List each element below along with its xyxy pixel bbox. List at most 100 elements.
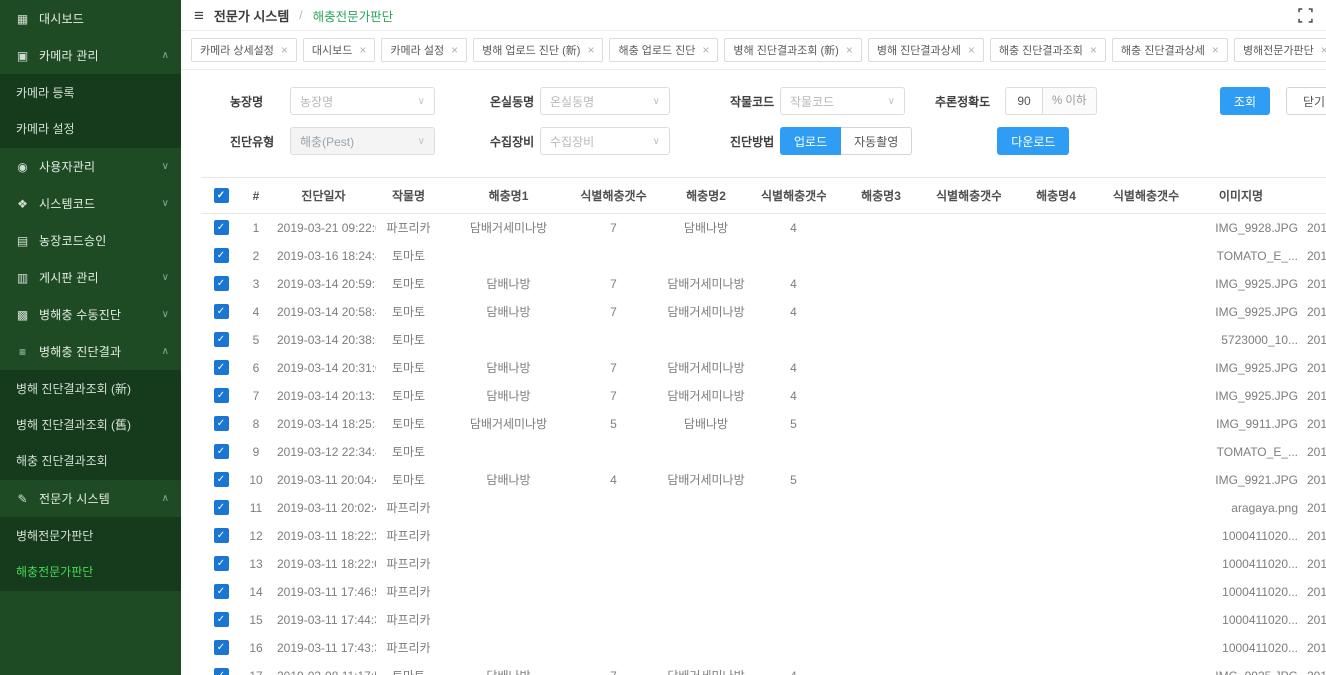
table-row[interactable]: ✓142019-03-11 17:46:58파프리카1000411020...2… [201, 578, 1326, 606]
table-row[interactable]: ✓42019-03-14 20:58:46토마토담배나방7담배거세미나방4IMG… [201, 298, 1326, 326]
sidebar-item-manual-diagnosis[interactable]: ▩병해충 수동진단∨ [0, 296, 181, 333]
cell-count1 [576, 438, 651, 466]
sidebar-subitem[interactable]: 병해 진단결과조회 (新) [0, 371, 181, 407]
cell-date: 2019-03-11 17:46:58 [271, 578, 376, 606]
sidebar-item-system-code[interactable]: ❖시스템코드∨ [0, 185, 181, 222]
crop-code-select-placeholder: 작물코드 [790, 93, 834, 110]
row-checkbox[interactable]: ✓ [214, 640, 229, 655]
cell-pest2 [651, 550, 761, 578]
table-row[interactable]: ✓102019-03-11 20:04:40토마토담배나방4담배거세미나방5IM… [201, 466, 1326, 494]
table-row[interactable]: ✓92019-03-12 22:34:44토마토TOMATO_E_...2019 [201, 438, 1326, 466]
device-select[interactable]: 수집장비 ∨ [540, 127, 670, 155]
table-row[interactable]: ✓52019-03-14 20:38:56토마토5723000_10...201… [201, 326, 1326, 354]
chevron-up-icon: ∧ [162, 493, 169, 504]
close-icon[interactable]: × [281, 43, 288, 57]
close-icon[interactable]: × [968, 43, 975, 57]
sidebar-subitem[interactable]: 카메라 등록 [0, 75, 181, 111]
row-checkbox[interactable]: ✓ [214, 220, 229, 235]
cell-reg: 2019 [1301, 298, 1326, 326]
farm-select[interactable]: 농장명 ∨ [290, 87, 435, 115]
sidebar-item-camera-management[interactable]: ▣카메라 관리∧ [0, 37, 181, 74]
close-icon[interactable]: × [451, 43, 458, 57]
sidebar-subitem[interactable]: 병해전문가판단 [0, 518, 181, 554]
column-header: 해충명3 [826, 178, 936, 214]
table-row[interactable]: ✓32019-03-14 20:59:38토마토담배나방7담배거세미나방4IMG… [201, 270, 1326, 298]
row-checkbox[interactable]: ✓ [214, 528, 229, 543]
close-icon[interactable]: × [1090, 43, 1097, 57]
close-icon[interactable]: × [702, 43, 709, 57]
tab-item[interactable]: 카메라 상세설정× [191, 38, 297, 62]
cell-count1: 7 [576, 354, 651, 382]
sidebar-subitem[interactable]: 카메라 설정 [0, 111, 181, 147]
row-checkbox[interactable]: ✓ [214, 612, 229, 627]
users-icon: ◉ [14, 160, 31, 174]
cell-count3 [936, 494, 1001, 522]
accuracy-input[interactable] [1005, 87, 1043, 115]
table-row[interactable]: ✓22019-03-16 18:24:43토마토TOMATO_E_...2019 [201, 242, 1326, 270]
tab-item[interactable]: 병해 진단결과상세× [868, 38, 984, 62]
tab-item[interactable]: 병해 업로드 진단 (新)× [473, 38, 603, 62]
close-icon[interactable]: × [587, 43, 594, 57]
tab-item[interactable]: 해충 진단결과조회× [990, 38, 1106, 62]
table-row[interactable]: ✓172019-03-08 11:17:59토마토담배나방7담배거세미나방4IM… [201, 662, 1326, 675]
fullscreen-icon[interactable] [1298, 8, 1313, 23]
tab-item[interactable]: 병해전문가판단× [1234, 38, 1326, 62]
table-row[interactable]: ✓12019-03-21 09:22:00파프리카담배거세미나방7담배나방4IM… [201, 214, 1326, 242]
sidebar-subitem[interactable]: 병해 진단결과조회 (舊) [0, 407, 181, 443]
greenhouse-select[interactable]: 온실동명 ∨ [540, 87, 670, 115]
close-icon[interactable]: × [359, 43, 366, 57]
row-checkbox[interactable]: ✓ [214, 416, 229, 431]
hamburger-menu-icon[interactable]: ≡ [194, 7, 204, 24]
table-row[interactable]: ✓82019-03-14 18:25:32토마토담배거세미나방5담배나방5IMG… [201, 410, 1326, 438]
row-checkbox[interactable]: ✓ [214, 444, 229, 459]
method-upload-button[interactable]: 업로드 [780, 127, 841, 155]
row-checkbox[interactable]: ✓ [214, 472, 229, 487]
select-all-checkbox[interactable]: ✓ [214, 188, 229, 203]
cell-count2: 5 [761, 466, 826, 494]
download-button[interactable]: 다운로드 [997, 127, 1069, 155]
tab-item[interactable]: 병해 진단결과조회 (新)× [724, 38, 861, 62]
row-checkbox[interactable]: ✓ [214, 360, 229, 375]
sidebar-item-farm-code-approval[interactable]: ▤농장코드승인 [0, 222, 181, 259]
cell-pest3 [826, 494, 936, 522]
chevron-down-icon: ∨ [653, 96, 660, 107]
sidebar-item-diagnosis-results[interactable]: ≡병해충 진단결과∧ [0, 333, 181, 370]
row-checkbox[interactable]: ✓ [214, 556, 229, 571]
sidebar-item-label: 농장코드승인 [39, 232, 169, 249]
close-icon[interactable]: × [1212, 43, 1219, 57]
close-icon[interactable]: × [846, 43, 853, 57]
row-checkbox[interactable]: ✓ [214, 388, 229, 403]
table-row[interactable]: ✓162019-03-11 17:43:34파프리카1000411020...2… [201, 634, 1326, 662]
sidebar-item-dashboard[interactable]: ▦대시보드 [0, 0, 181, 37]
cell-image: IMG_9911.JPG [1181, 410, 1301, 438]
close-button[interactable]: 닫기 [1286, 87, 1326, 115]
row-checkbox[interactable]: ✓ [214, 332, 229, 347]
close-icon[interactable]: × [1321, 43, 1326, 57]
table-row[interactable]: ✓152019-03-11 17:44:33파프리카1000411020...2… [201, 606, 1326, 634]
sidebar-item-user-management[interactable]: ◉사용자관리∨ [0, 148, 181, 185]
row-checkbox[interactable]: ✓ [214, 248, 229, 263]
tab-item[interactable]: 대시보드× [303, 38, 376, 62]
tab-item[interactable]: 해충 업로드 진단× [609, 38, 718, 62]
row-checkbox[interactable]: ✓ [214, 304, 229, 319]
search-button[interactable]: 조회 [1220, 87, 1270, 115]
cell-pest4 [1001, 634, 1111, 662]
sidebar-item-expert-system[interactable]: ✎전문가 시스템∧ [0, 480, 181, 517]
method-auto-button[interactable]: 자동촬영 [841, 127, 912, 155]
row-checkbox[interactable]: ✓ [214, 584, 229, 599]
table-row[interactable]: ✓112019-03-11 20:02:41파프리카aragaya.png201… [201, 494, 1326, 522]
sidebar-subitem[interactable]: 해충 진단결과조회 [0, 443, 181, 479]
diagnosis-type-select[interactable]: 해충(Pest) ∨ [290, 127, 435, 155]
row-checkbox[interactable]: ✓ [214, 276, 229, 291]
sidebar-item-board-management[interactable]: ▥게시판 관리∨ [0, 259, 181, 296]
crop-code-select[interactable]: 작물코드 ∨ [780, 87, 905, 115]
table-row[interactable]: ✓72019-03-14 20:13:53토마토담배나방7담배거세미나방4IMG… [201, 382, 1326, 410]
table-row[interactable]: ✓122019-03-11 18:22:20파프리카1000411020...2… [201, 522, 1326, 550]
table-row[interactable]: ✓132019-03-11 18:22:03파프리카1000411020...2… [201, 550, 1326, 578]
row-checkbox[interactable]: ✓ [214, 500, 229, 515]
tab-item[interactable]: 카메라 설정× [381, 38, 467, 62]
row-checkbox[interactable]: ✓ [214, 668, 229, 675]
sidebar-subitem[interactable]: 해충전문가판단 [0, 554, 181, 590]
tab-item[interactable]: 해충 진단결과상세× [1112, 38, 1228, 62]
table-row[interactable]: ✓62019-03-14 20:31:03토마토담배나방7담배거세미나방4IMG… [201, 354, 1326, 382]
